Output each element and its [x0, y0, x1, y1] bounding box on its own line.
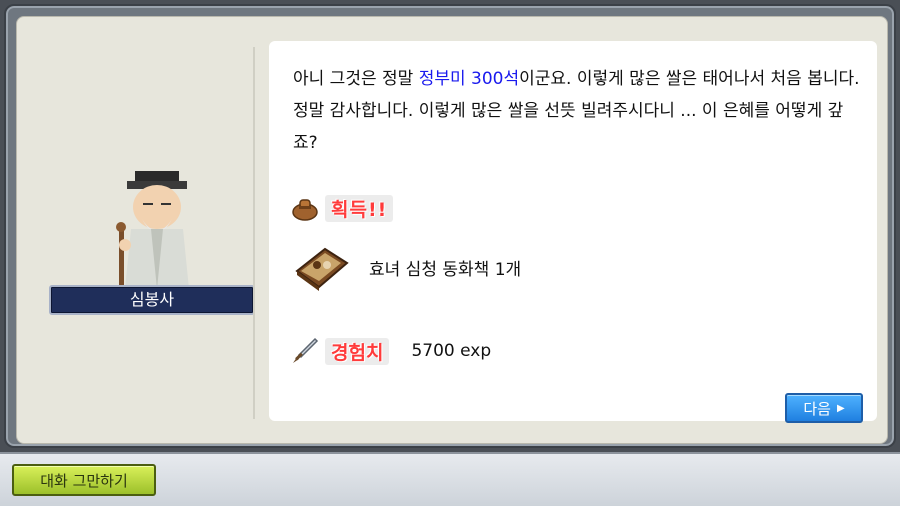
dialog-text-before: 아니 그것은 정말: [293, 69, 419, 89]
pouch-icon: [292, 199, 318, 221]
reward-item-row: 효녀 심청 동화책 1개: [291, 239, 521, 295]
reward-title: 획득!!: [325, 194, 394, 222]
npc-portrait: [116, 171, 189, 291]
npc-dialog-window: 심봉사 아니 그것은 정말 정부미 300석이군요. 이렇게 많은 쌀은 태어나…: [4, 4, 896, 448]
dialog-highlight: 정부미 300석: [418, 69, 520, 89]
dialog-body: 심봉사 아니 그것은 정말 정부미 300석이군요. 이렇게 많은 쌀은 태어나…: [16, 16, 888, 444]
exp-title: 경험치: [325, 337, 390, 365]
divider: [253, 47, 255, 419]
bottom-bar: 대화 그만하기: [0, 452, 900, 506]
exp-value: 5700 exp: [411, 341, 492, 361]
arrow-right-icon: ▶: [836, 402, 845, 414]
dialog-text: 아니 그것은 정말 정부미 300석이군요. 이렇게 많은 쌀은 태어나서 처음…: [293, 63, 863, 159]
end-chat-button[interactable]: 대화 그만하기: [12, 464, 156, 496]
next-button-label: 다음: [803, 399, 831, 418]
exp-row: 경험치 5700 exp: [291, 333, 491, 369]
storybook-icon: [295, 247, 349, 291]
reward-item-name: 효녀 심청 동화책 1개: [369, 259, 522, 280]
next-button[interactable]: 다음 ▶: [785, 393, 863, 423]
sword-icon: [293, 337, 319, 363]
dialog-text-panel: 아니 그것은 정말 정부미 300석이군요. 이렇게 많은 쌀은 태어나서 처음…: [269, 41, 877, 423]
reward-header: 획득!!: [291, 191, 394, 225]
npc-area: 심봉사: [27, 27, 257, 423]
npc-nameplate: 심봉사: [49, 285, 255, 315]
